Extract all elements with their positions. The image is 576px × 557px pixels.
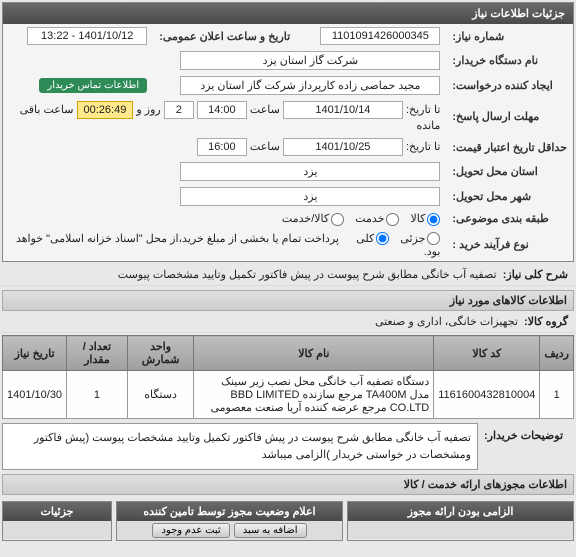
days-word: روز و: [136, 104, 160, 116]
time-word-1: ساعت: [250, 104, 280, 116]
delivery-state-label: استان محل تحویل:: [446, 159, 573, 184]
group-label: گروه کالا:: [524, 316, 568, 328]
buyer-value: شرکت گاز استان یزد: [180, 51, 440, 70]
buyer-note-label: توضیحات خریدار:: [484, 430, 563, 442]
days-value: 2: [164, 101, 194, 119]
validity-to-label: تا تاریخ:: [406, 141, 440, 153]
items-grid: ردیف کد کالا نام کالا واحد شمارش تعداد /…: [2, 335, 574, 419]
delivery-city-label: شهر محل تحویل:: [446, 184, 573, 209]
table-row[interactable]: 1 1161600432810004 دستگاه تصفیه آب خانگی…: [3, 371, 574, 419]
cell-name: دستگاه تصفیه آب خانگی محل نصب زیر سینک م…: [194, 371, 434, 419]
col-unit: واحد شمارش: [127, 336, 194, 371]
licenses-header: اطلاعات مجوزهای ارائه خدمت / کالا: [2, 474, 574, 495]
opt-partial[interactable]: جزئی: [400, 233, 440, 245]
buyer-note-box: تصفیه آب خانگی مطابق شرح پیوست در پیش فا…: [2, 423, 478, 470]
delivery-state: یزد: [180, 162, 440, 181]
opt-goods-radio[interactable]: [427, 213, 440, 226]
opt-goods[interactable]: کالا: [411, 213, 441, 225]
buyer-label: نام دستگاه خریدار:: [446, 48, 573, 73]
cell-need-date: 1401/10/30: [3, 371, 67, 419]
group-value: تجهیزات خانگی، اداری و صنعتی: [375, 316, 518, 328]
col-qty: تعداد / مقدار: [67, 336, 128, 371]
bottom-col-3-hdr: جزئیات: [3, 502, 111, 521]
opt-all-radio[interactable]: [376, 232, 389, 245]
need-no-value: 1101091426000345: [320, 27, 440, 45]
need-no-label: شماره نیاز:: [446, 24, 573, 48]
validity-date: 1401/10/25: [283, 138, 403, 156]
summary-label: شرح کلی نیاز:: [503, 269, 568, 281]
requester-value: مجید حماصی زاده کارپرداز شرکت گاز استان …: [180, 76, 440, 95]
deadline-time: 14:00: [197, 101, 247, 119]
delivery-city: یزد: [180, 187, 440, 206]
cell-row: 1: [540, 371, 574, 419]
buyer-note-row: توضیحات خریدار: تصفیه آب خانگی مطابق شرح…: [2, 423, 574, 470]
group-row: گروه کالا: تجهیزات خانگی، اداری و صنعتی: [0, 311, 576, 333]
announce-label: تاریخ و ساعت اعلان عمومی:: [153, 24, 296, 48]
opt-service-radio[interactable]: [386, 213, 399, 226]
col-code: کد کالا: [434, 336, 540, 371]
items-header: اطلاعات کالاهای مورد نیاز: [2, 290, 574, 311]
opt-partial-radio[interactable]: [427, 232, 440, 245]
classify-label: طبقه بندی موضوعی:: [446, 209, 573, 229]
panel-title: جزئیات اطلاعات نیاز: [3, 3, 573, 24]
bottom-col-1-hdr: الزامی بودن ارائه مجوز: [348, 502, 573, 521]
opt-service[interactable]: خدمت: [355, 213, 399, 225]
opt-all[interactable]: کلی: [356, 233, 389, 245]
opt-goods-service-radio[interactable]: [331, 213, 344, 226]
deadline-label: مهلت ارسال پاسخ:: [446, 98, 573, 135]
col-name: نام کالا: [194, 336, 434, 371]
requester-label: ایجاد کننده درخواست:: [446, 73, 573, 98]
col-row: ردیف: [540, 336, 574, 371]
classify-group: کالا خدمت کالا/خدمت: [3, 209, 446, 229]
process-group: جزئی کلی پرداخت تمام یا بخشی از مبلغ خری…: [3, 229, 446, 262]
cell-code: 1161600432810004: [434, 371, 540, 419]
form-table: شماره نیاز: 1101091426000345 تاریخ و ساع…: [3, 24, 573, 261]
bottom-col-1: الزامی بودن ارائه مجوز: [347, 501, 574, 541]
cell-qty: 1: [67, 371, 128, 419]
deadline-to-label: تا تاریخ:: [406, 104, 440, 116]
contact-badge[interactable]: اطلاعات تماس خریدار: [39, 78, 147, 93]
add-to-basket-button[interactable]: اضافه به سبد: [234, 523, 307, 538]
deadline-date: 1401/10/14: [283, 101, 403, 119]
time-word-2: ساعت: [250, 141, 280, 153]
bottom-col-2: اعلام وضعیت مجوز توسط تامین کننده اضافه …: [116, 501, 343, 541]
bottom-col-3: جزئیات: [2, 501, 112, 541]
validity-label: حداقل تاریخ اعتبار قیمت:: [446, 135, 573, 159]
countdown-timer: 00:26:49: [77, 101, 134, 119]
opt-goods-service[interactable]: کالا/خدمت: [282, 213, 344, 225]
cell-unit: دستگاه: [127, 371, 194, 419]
bottom-bar: الزامی بودن ارائه مجوز اعلام وضعیت مجوز …: [2, 501, 574, 541]
validity-time: 16:00: [197, 138, 247, 156]
summary-value: تصفیه آب خانگی مطابق شرح پیوست در پیش فا…: [118, 269, 497, 281]
col-need-date: تاریخ نیاز: [3, 336, 67, 371]
bottom-col-2-hdr: اعلام وضعیت مجوز توسط تامین کننده: [117, 502, 342, 521]
announce-value: 1401/10/12 - 13:22: [27, 27, 147, 45]
need-details-panel: جزئیات اطلاعات نیاز شماره نیاز: 11010914…: [2, 2, 574, 262]
declare-none-button[interactable]: ثبت عدم وجود: [152, 523, 229, 538]
process-label: نوع فرآیند خرید :: [446, 229, 573, 262]
summary-row: شرح کلی نیاز: تصفیه آب خانگی مطابق شرح پ…: [0, 264, 576, 286]
